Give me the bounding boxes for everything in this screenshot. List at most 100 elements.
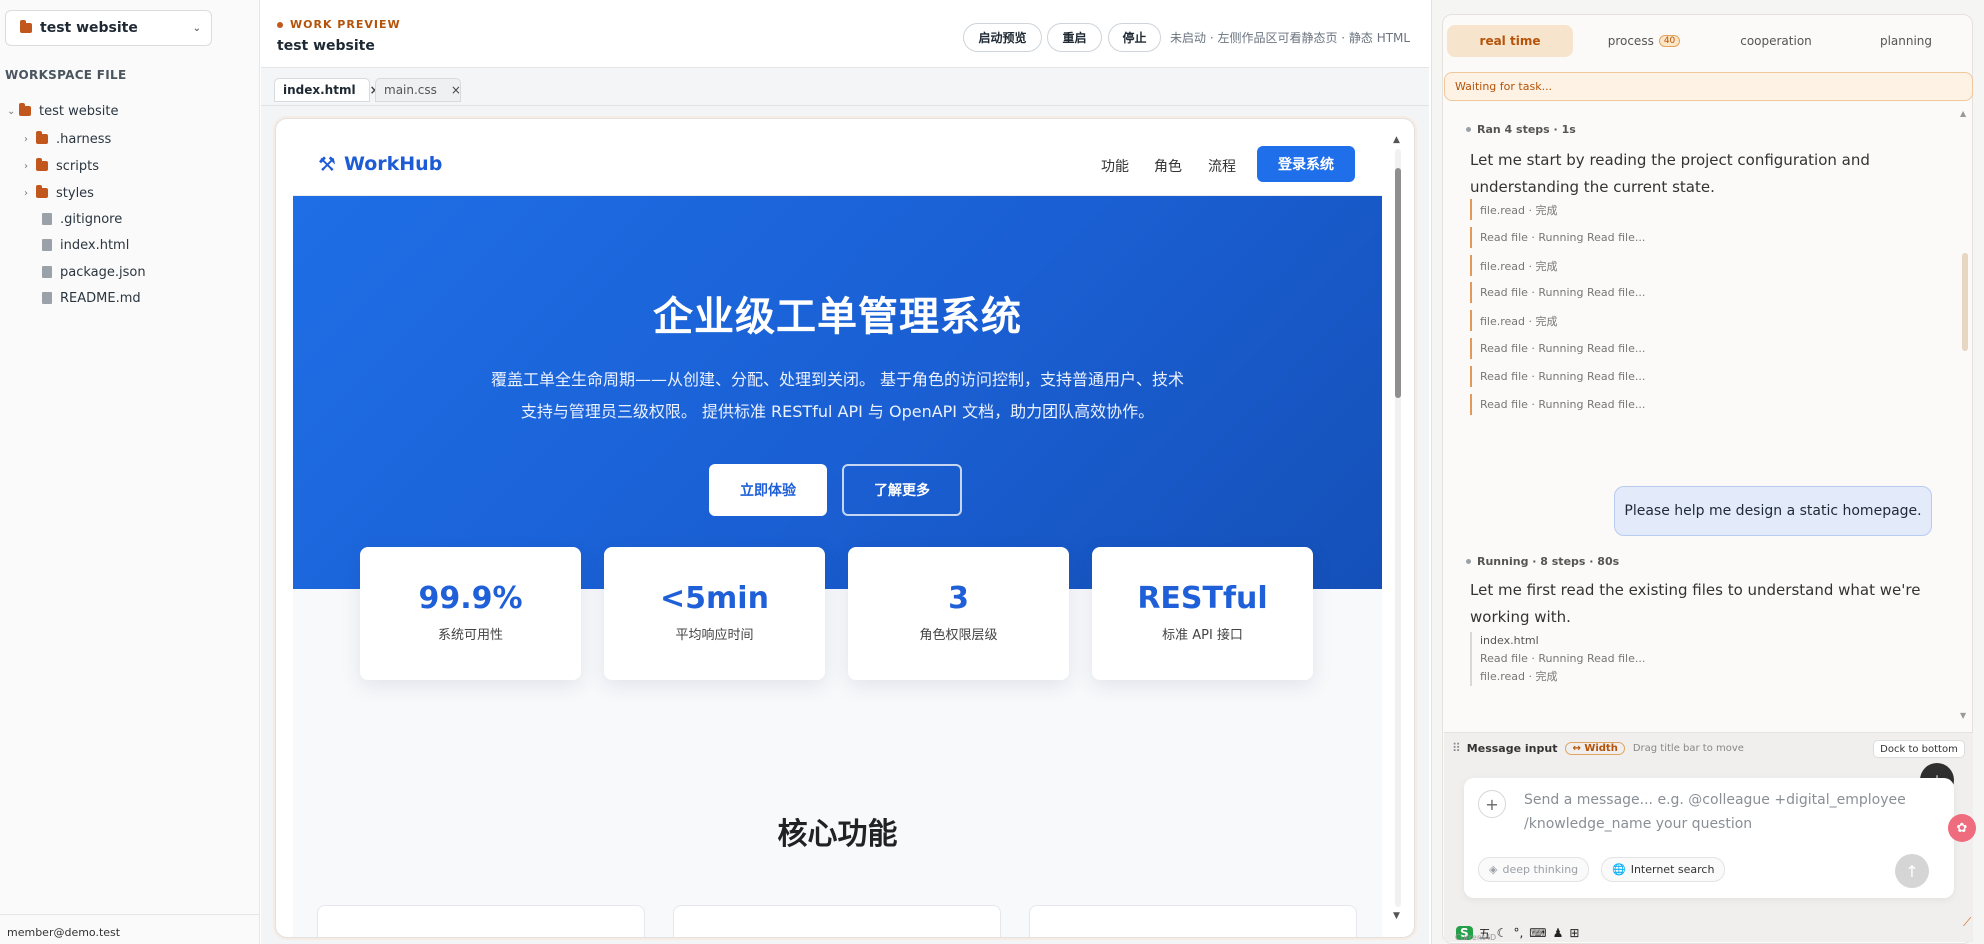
site-navbar: ⚒ WorkHub 功能 角色 流程 登录系统 [293,134,1382,196]
stop-button[interactable]: 停止 [1108,23,1161,52]
tab-cooperation[interactable]: cooperation [1713,25,1839,57]
deep-thinking-toggle[interactable]: ◈ deep thinking [1478,857,1590,882]
try-now-button[interactable]: 立即体验 [709,464,827,516]
hero-subtitle-line: 支持与管理员三级权限。 提供标准 RESTful API 与 OpenAPI 文… [520,402,1155,421]
nav-link-roles[interactable]: 角色 [1154,156,1182,176]
internet-search-toggle[interactable]: 🌐 Internet search [1601,857,1726,882]
tool-call-item[interactable]: Read file · Running Read file... [1470,282,1645,303]
divider [0,914,260,915]
chevron-down-icon: ⌄ [192,22,201,34]
tree-item-package-json[interactable]: package.json [42,262,146,282]
tool-call-item[interactable]: file.read · 完成 [1470,310,1558,331]
agent-message: Let me start by reading the project conf… [1470,151,1870,196]
tree-item-styles[interactable]: › styles [24,183,94,203]
work-preview-panel: WORK PREVIEW test website 启动预览 重启 停止 未启动… [261,0,1429,944]
step-header[interactable]: Running · 8 steps · 80s [1466,555,1619,568]
hero-subtitle: 覆盖工单全生命周期——从创建、分配、处理到关闭。 基于角色的访问控制，支持普通用… [423,364,1252,428]
message-input[interactable]: Send a message... e.g. @colleague +digit… [1524,788,1924,836]
chevron-down-icon: ⌄ [7,105,16,117]
tree-item-label: package.json [60,264,146,280]
drag-hint: Drag title bar to move [1632,742,1744,754]
tab-main-css[interactable]: main.css × [375,78,461,102]
nav-link-features[interactable]: 功能 [1101,156,1129,176]
preview-scrollbar[interactable]: ▲ ▼ [1392,135,1404,923]
activity-log-2: Running · 8 steps · 80s Let me first rea… [1444,555,1973,725]
stat-card: 99.9% 系统可用性 [360,547,581,680]
tab-real-time[interactable]: real time [1447,25,1573,57]
chip-label: deep thinking [1502,863,1579,876]
grid-icon[interactable]: ⊞ [1569,926,1579,940]
hero-section: 企业级工单管理系统 覆盖工单全生命周期——从创建、分配、处理到关闭。 基于角色的… [293,196,1382,589]
tree-item-gitignore[interactable]: .gitignore [42,209,122,229]
close-icon[interactable]: × [451,83,461,97]
tab-process[interactable]: process 40 [1581,25,1707,57]
log-scrollbar[interactable]: ▲ ▼ [1960,109,1969,721]
step-header[interactable]: Ran 4 steps · 1s [1466,123,1576,136]
user-email: member@demo.test [7,926,121,939]
scroll-down-icon[interactable]: ▼ [1393,911,1400,921]
tool-call-item[interactable]: Read file · Running Read file... [1470,394,1645,415]
tree-root[interactable]: ⌄ test website [7,101,118,121]
scroll-thumb[interactable] [1962,253,1968,351]
folder-icon [19,103,31,116]
assistant-float-icon[interactable]: ✿ [1948,814,1976,842]
tool-call-item[interactable]: Read file · Running Read file... [1470,338,1645,359]
scroll-down-icon[interactable]: ▼ [1960,711,1966,720]
tab-index-html[interactable]: index.html × [274,78,380,102]
width-toggle-button[interactable]: ↔ Width [1565,741,1625,755]
tree-item-scripts[interactable]: › scripts [24,156,99,176]
agent-panel: real time process 40 cooperation plannin… [1431,0,1984,944]
keyboard-icon[interactable]: ⌨ [1529,926,1546,940]
user-icon[interactable]: ♟ [1553,926,1564,940]
start-preview-button[interactable]: 启动预览 [963,23,1042,52]
scroll-up-icon[interactable]: ▲ [1960,109,1966,118]
tools-icon: ⚒ [318,152,336,176]
chevron-right-icon: › [24,160,28,172]
login-button[interactable]: 登录系统 [1257,146,1355,182]
tool-call-item[interactable]: file.read · 完成 [1470,199,1558,220]
nav-link-flow[interactable]: 流程 [1208,156,1236,176]
moon-icon[interactable]: ☾ [1497,926,1508,940]
agent-panel-inner: real time process 40 cooperation plannin… [1442,14,1973,944]
tree-item-label: .harness [56,131,112,147]
tool-call-group[interactable]: index.html Read file · Running Read file… [1470,632,1645,686]
tab-planning[interactable]: planning [1843,25,1969,57]
tree-item-index-html[interactable]: index.html [42,235,129,255]
tree-item-readme[interactable]: README.md [42,288,141,308]
folder-icon [20,20,32,33]
file-tabs: index.html × main.css × [261,68,1429,106]
resize-handle-icon[interactable]: ⟋ [1963,915,1971,930]
scroll-up-icon[interactable]: ▲ [1393,135,1400,145]
composer-titlebar[interactable]: ⠿ Message input ↔ Width Drag title bar t… [1452,741,1744,755]
tree-item-label: README.md [60,290,141,306]
workspace-selector[interactable]: test website ⌄ [5,10,212,46]
sparkle-icon: ◈ [1489,863,1498,876]
site-preview: ⚒ WorkHub 功能 角色 流程 登录系统 企业级工单管理系统 覆盖工单全生… [293,134,1382,937]
send-button[interactable]: ↑ [1895,854,1929,888]
drag-handle-icon[interactable]: ⠿ [1452,741,1461,755]
section-label: WORKSPACE FILE [5,68,127,82]
dock-to-bottom-button[interactable]: Dock to bottom [1873,740,1965,758]
tool-call-item[interactable]: Read file · Running Read file... [1470,227,1645,248]
scroll-thumb[interactable] [1395,168,1401,398]
tab-label: main.css [384,83,437,97]
attach-plus-icon[interactable]: + [1478,790,1506,818]
site-brand[interactable]: ⚒ WorkHub [318,152,442,176]
tab-label: process [1607,34,1654,48]
file-icon [42,213,52,225]
restart-button[interactable]: 重启 [1047,23,1102,52]
preview-header: WORK PREVIEW test website 启动预览 重启 停止 未启动… [261,0,1429,68]
preview-title: test website [277,38,375,54]
tree-item-harness[interactable]: › .harness [24,129,111,149]
core-features-title: 核心功能 [777,817,898,852]
tool-call-item[interactable]: file.read · 完成 [1470,255,1558,276]
chip-label: Internet search [1630,863,1715,876]
hero-subtitle-line: 覆盖工单全生命周期——从创建、分配、处理到关闭。 基于角色的访问控制，支持普通用… [490,370,1185,389]
file-icon [42,266,52,278]
waiting-status: Waiting for task... [1444,72,1973,101]
punctuation-icon[interactable]: °, [1513,926,1523,940]
workspace-name: test website [40,20,138,36]
folder-icon [36,185,48,198]
tool-call-item[interactable]: Read file · Running Read file... [1470,366,1645,387]
learn-more-button[interactable]: 了解更多 [842,464,962,516]
